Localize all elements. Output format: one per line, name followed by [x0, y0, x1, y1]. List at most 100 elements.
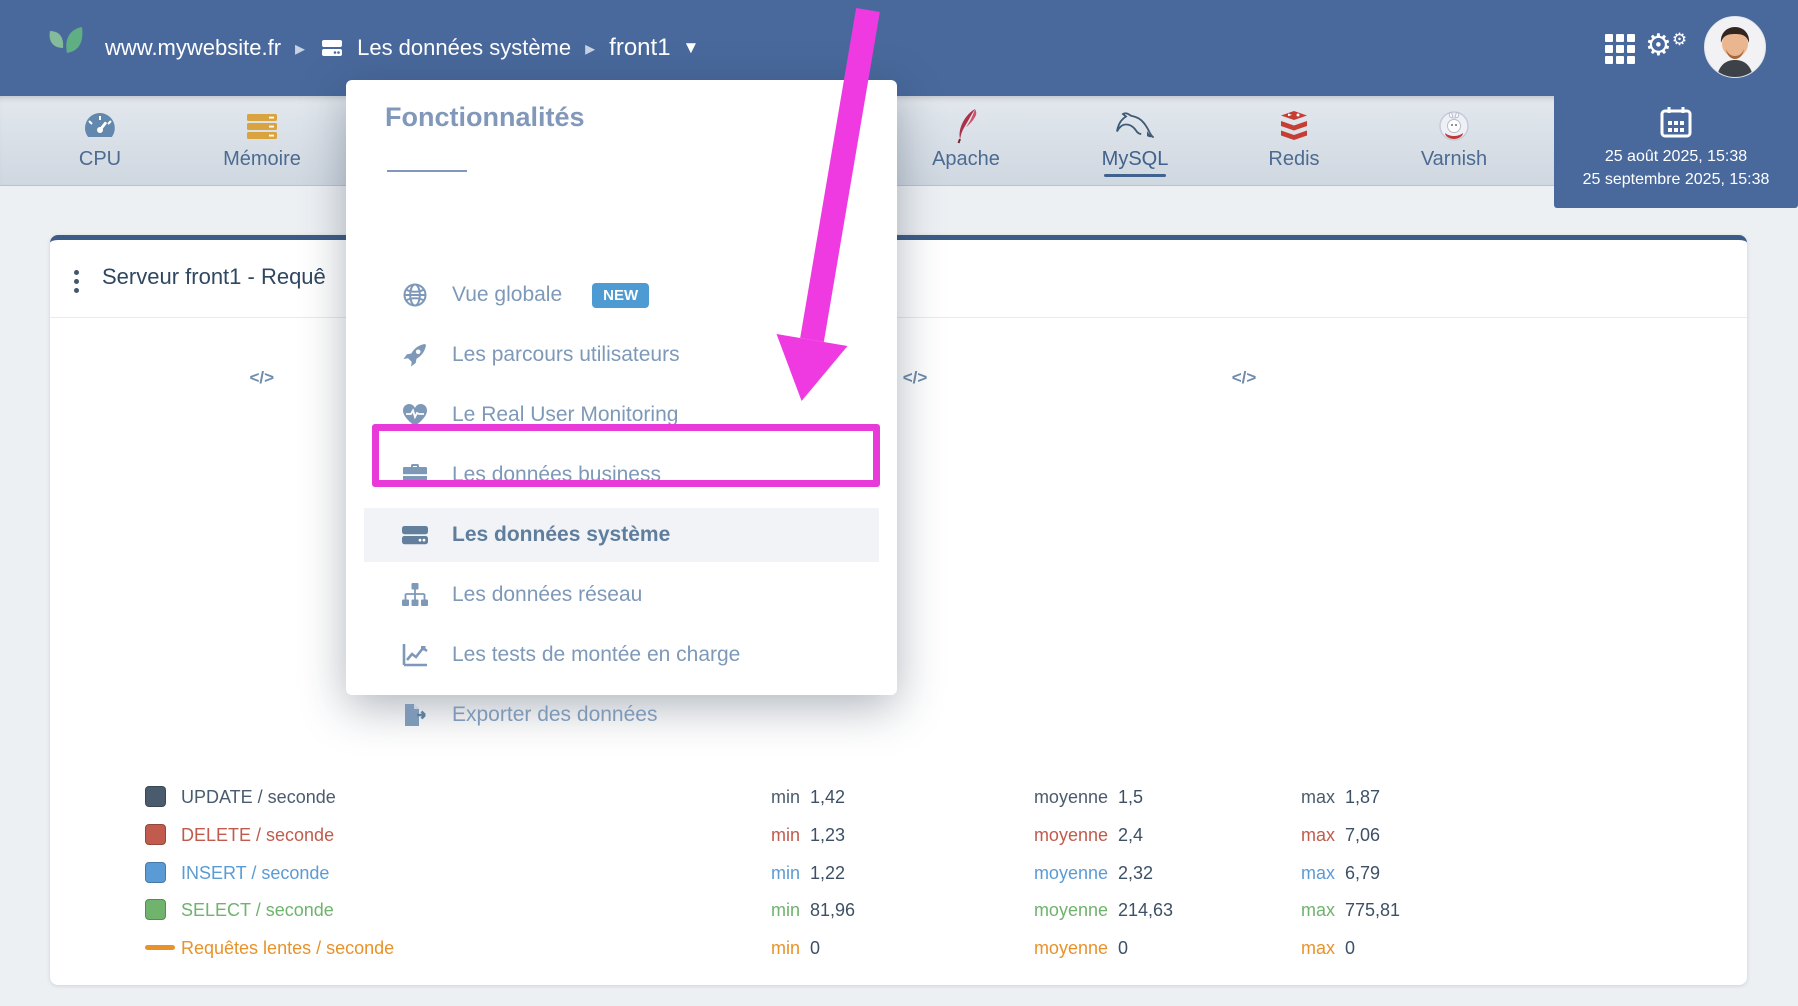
- breadcrumb-site[interactable]: www.mywebsite.fr: [105, 35, 281, 61]
- legend-avg-label: moyenne: [955, 863, 1108, 884]
- redis-icon: [1276, 106, 1312, 146]
- legend-avg-value: 2,4: [1118, 825, 1143, 846]
- code-deploy-marker-icon[interactable]: </>: [249, 368, 274, 388]
- chevron-down-icon[interactable]: ▼: [683, 38, 700, 58]
- legend-max-value: 7,06: [1345, 825, 1380, 846]
- legend-avg-value: 2,32: [1118, 863, 1153, 884]
- leaf-logo[interactable]: [36, 17, 98, 84]
- tab-mysql[interactable]: MySQL: [1060, 106, 1210, 184]
- legend-min-label: min: [655, 825, 800, 846]
- legend-series-label: DELETE / seconde: [181, 825, 334, 846]
- tab-label: Varnish: [1421, 148, 1487, 171]
- legend-max-label: max: [1235, 787, 1335, 808]
- features-dropdown: Fonctionnalités Vue globale NEW Les parcou…: [346, 80, 897, 695]
- menu-item-les-donn-es-business[interactable]: Les données business: [364, 448, 879, 502]
- legend-max-value: 6,79: [1345, 863, 1380, 884]
- legend-max-value: 1,87: [1345, 787, 1380, 808]
- menu-item-le-real-user-monitoring[interactable]: Le Real User Monitoring: [364, 388, 879, 442]
- gauge-icon: [81, 106, 119, 146]
- apache-feather-icon: [951, 106, 981, 146]
- legend-row: UPDATE / secondemin1,42moyenne1,5max1,87: [145, 785, 1695, 811]
- legend-swatch: [145, 862, 166, 883]
- legend-row: SELECT / secondemin81,96moyenne214,63max…: [145, 898, 1695, 924]
- tab-cpu[interactable]: CPU: [25, 106, 175, 184]
- kebab-menu-icon[interactable]: [70, 266, 83, 297]
- legend-min-value: 1,23: [810, 825, 845, 846]
- top-navbar: www.mywebsite.fr ▸ Les données système ▸…: [0, 0, 1798, 96]
- menu-item-label: Les données réseau: [452, 583, 642, 607]
- legend-swatch: [145, 786, 166, 807]
- tab-apache[interactable]: Apache: [891, 106, 1041, 184]
- menu-item-label: Les données business: [452, 463, 661, 487]
- menu-item-exporter-des-donn-es[interactable]: Exporter des données: [364, 688, 879, 742]
- gears-icon[interactable]: ⚙⚙: [1645, 31, 1687, 61]
- panel-title: Serveur front1 - Requê: [102, 264, 326, 290]
- menu-item-label: Le Real User Monitoring: [452, 403, 678, 427]
- date-to: 25 septembre 2025, 15:38: [1554, 168, 1798, 191]
- active-tab-underline: [1104, 174, 1166, 177]
- legend-min-label: min: [655, 900, 800, 921]
- legend-max-label: max: [1235, 825, 1335, 846]
- new-badge: NEW: [592, 283, 649, 308]
- chevron-right-icon: ▸: [585, 36, 595, 61]
- legend-min-value: 81,96: [810, 900, 855, 921]
- breadcrumb-server[interactable]: front1: [609, 34, 670, 62]
- code-deploy-marker-icon[interactable]: </>: [903, 368, 928, 388]
- legend-avg-value: 0: [1118, 938, 1128, 959]
- mysql-dolphin-icon: [1113, 106, 1157, 146]
- menu-item-vue-globale[interactable]: Vue globale NEW: [364, 268, 879, 322]
- menu-item-les-parcours-utilisateurs[interactable]: Les parcours utilisateurs: [364, 328, 879, 382]
- server-icon: [319, 35, 345, 61]
- tab-mémoire[interactable]: Mémoire: [187, 106, 337, 184]
- title-underline: [387, 170, 467, 172]
- legend-avg-label: moyenne: [955, 825, 1108, 846]
- menu-item-label: Les parcours utilisateurs: [452, 343, 680, 367]
- legend-avg-label: moyenne: [955, 938, 1108, 959]
- legend-max-label: max: [1235, 938, 1335, 959]
- dropdown-title: Fonctionnalités: [385, 102, 585, 133]
- legend-min-label: min: [655, 938, 800, 959]
- chart-panel: Serveur front1 - Requê UPDATE / seconde m…: [50, 235, 1747, 985]
- legend-max-value: 775,81: [1345, 900, 1400, 921]
- legend-row: Requêtes lentes / secondemin0moyenne0max…: [145, 936, 1695, 962]
- code-deploy-marker-icon[interactable]: </>: [1232, 368, 1257, 388]
- legend-swatch: [145, 824, 166, 845]
- breadcrumb-section[interactable]: Les données système: [357, 35, 571, 61]
- legend-series-label: INSERT / seconde: [181, 863, 329, 884]
- rocket-icon: [400, 342, 430, 368]
- menu-item-label: Exporter des données: [452, 703, 657, 727]
- tab-varnish[interactable]: Varnish: [1379, 106, 1529, 184]
- date-range-picker[interactable]: 25 août 2025, 15:38 25 septembre 2025, 1…: [1554, 96, 1798, 208]
- menu-item-les-tests-de-mont-e-en-charge[interactable]: Les tests de montée en charge: [364, 628, 879, 682]
- legend-min-label: min: [655, 787, 800, 808]
- tab-redis[interactable]: Redis: [1219, 106, 1369, 184]
- sitemap-icon: [400, 582, 430, 608]
- legend-avg-value: 214,63: [1118, 900, 1173, 921]
- menu-item-label: Les données système: [452, 523, 670, 547]
- memory-icon: [244, 106, 280, 146]
- legend-swatch: [145, 899, 166, 920]
- user-avatar[interactable]: [1704, 16, 1766, 78]
- legend-row: INSERT / secondemin1,22moyenne2,32max6,7…: [145, 861, 1695, 887]
- legend-series-label: UPDATE / seconde: [181, 787, 336, 808]
- tab-label: Redis: [1268, 148, 1319, 171]
- grid-icon[interactable]: [1605, 34, 1635, 64]
- date-from: 25 août 2025, 15:38: [1554, 145, 1798, 168]
- legend-min-value: 0: [810, 938, 820, 959]
- menu-item-les-donn-es-r-seau[interactable]: Les données réseau: [364, 568, 879, 622]
- legend-swatch: [145, 945, 175, 950]
- tab-label: CPU: [79, 148, 121, 171]
- menu-item-label: Vue globale: [452, 283, 562, 307]
- menu-item-les-donn-es-syst-me[interactable]: Les données système: [364, 508, 879, 562]
- tab-bar: CPU Mémoire Apache MySQL Redis Varnish: [0, 96, 1798, 186]
- legend-min-label: min: [655, 863, 800, 884]
- legend-avg-value: 1,5: [1118, 787, 1143, 808]
- legend-max-label: max: [1235, 900, 1335, 921]
- tab-label: MySQL: [1102, 148, 1169, 171]
- tab-label: Mémoire: [223, 148, 301, 171]
- chevron-right-icon: ▸: [295, 36, 305, 61]
- varnish-rabbit-icon: [1437, 106, 1471, 146]
- tab-label: Apache: [932, 148, 1000, 171]
- legend-avg-label: moyenne: [955, 787, 1108, 808]
- legend-row: DELETE / seconde min 1,23 moyenne 2,4 max 7,06: [145, 823, 1695, 849]
